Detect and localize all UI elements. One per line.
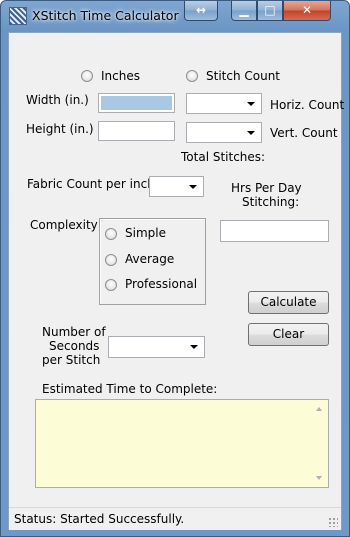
- vertical-scrollbar[interactable]: [312, 401, 327, 486]
- chevron-down-icon: [189, 185, 197, 189]
- app-window: XStitch Time Calculator ↔ ▁ □ ✕ Inches S…: [0, 0, 350, 537]
- client-area: Inches Stitch Count Width (in.) Horiz. C…: [8, 32, 345, 530]
- vert-count-label: Vert. Count: [270, 126, 338, 140]
- maximize-button[interactable]: □: [257, 1, 283, 21]
- hrs-per-day-label-1: Hrs Per Day: [231, 181, 302, 195]
- calculate-button[interactable]: Calculate: [248, 291, 329, 314]
- professional-radio[interactable]: [105, 279, 117, 291]
- height-label: Height (in.): [26, 122, 94, 136]
- chevron-down-icon: [247, 102, 255, 106]
- clear-button[interactable]: Clear: [248, 323, 329, 346]
- scroll-up-icon[interactable]: [316, 407, 322, 411]
- minimize-button[interactable]: ▁: [231, 1, 257, 21]
- height-input[interactable]: [98, 121, 175, 141]
- stitch-count-radio[interactable]: [186, 70, 198, 82]
- vert-count-select[interactable]: [186, 122, 262, 143]
- scroll-down-icon[interactable]: [316, 476, 322, 480]
- complexity-label: Complexity: [30, 218, 98, 232]
- hrs-per-day-label-2: Stitching:: [242, 195, 300, 209]
- window-title: XStitch Time Calculator: [32, 8, 179, 23]
- professional-label: Professional: [125, 277, 198, 291]
- seconds-label-3: per Stitch: [42, 353, 101, 367]
- width-input[interactable]: [98, 93, 175, 113]
- average-label: Average: [125, 252, 175, 266]
- app-icon: [9, 7, 27, 25]
- resize-grip-icon[interactable]: [328, 517, 338, 527]
- stitch-count-label: Stitch Count: [206, 69, 281, 83]
- complexity-group: Simple Average Professional: [99, 218, 206, 305]
- status-bar: Status: Started Successfully.: [9, 507, 341, 530]
- inches-radio[interactable]: [81, 70, 93, 82]
- total-stitches-label: Total Stitches:: [181, 150, 266, 164]
- hrs-per-day-input[interactable]: [220, 220, 329, 242]
- resize-button[interactable]: ↔: [184, 1, 218, 21]
- average-radio[interactable]: [105, 254, 117, 266]
- simple-label: Simple: [125, 226, 166, 240]
- simple-radio[interactable]: [105, 228, 117, 240]
- horiz-count-label: Horiz. Count: [270, 98, 345, 112]
- close-button[interactable]: ✕: [283, 1, 331, 21]
- fabric-count-select[interactable]: [149, 176, 204, 197]
- seconds-per-stitch-select[interactable]: [108, 336, 205, 358]
- fabric-count-label: Fabric Count per inch: [27, 177, 155, 191]
- estimated-time-label: Estimated Time to Complete:: [42, 382, 218, 396]
- chevron-down-icon: [247, 131, 255, 135]
- status-text: Status: Started Successfully.: [14, 512, 185, 526]
- chevron-down-icon: [190, 345, 198, 349]
- title-bar[interactable]: XStitch Time Calculator ↔ ▁ □ ✕: [1, 1, 349, 32]
- estimated-time-output[interactable]: [35, 399, 329, 488]
- width-label: Width (in.): [26, 93, 89, 107]
- inches-label: Inches: [101, 69, 140, 83]
- seconds-label-2: Seconds: [49, 339, 100, 353]
- horiz-count-select[interactable]: [186, 93, 262, 114]
- seconds-label-1: Number of: [42, 325, 106, 339]
